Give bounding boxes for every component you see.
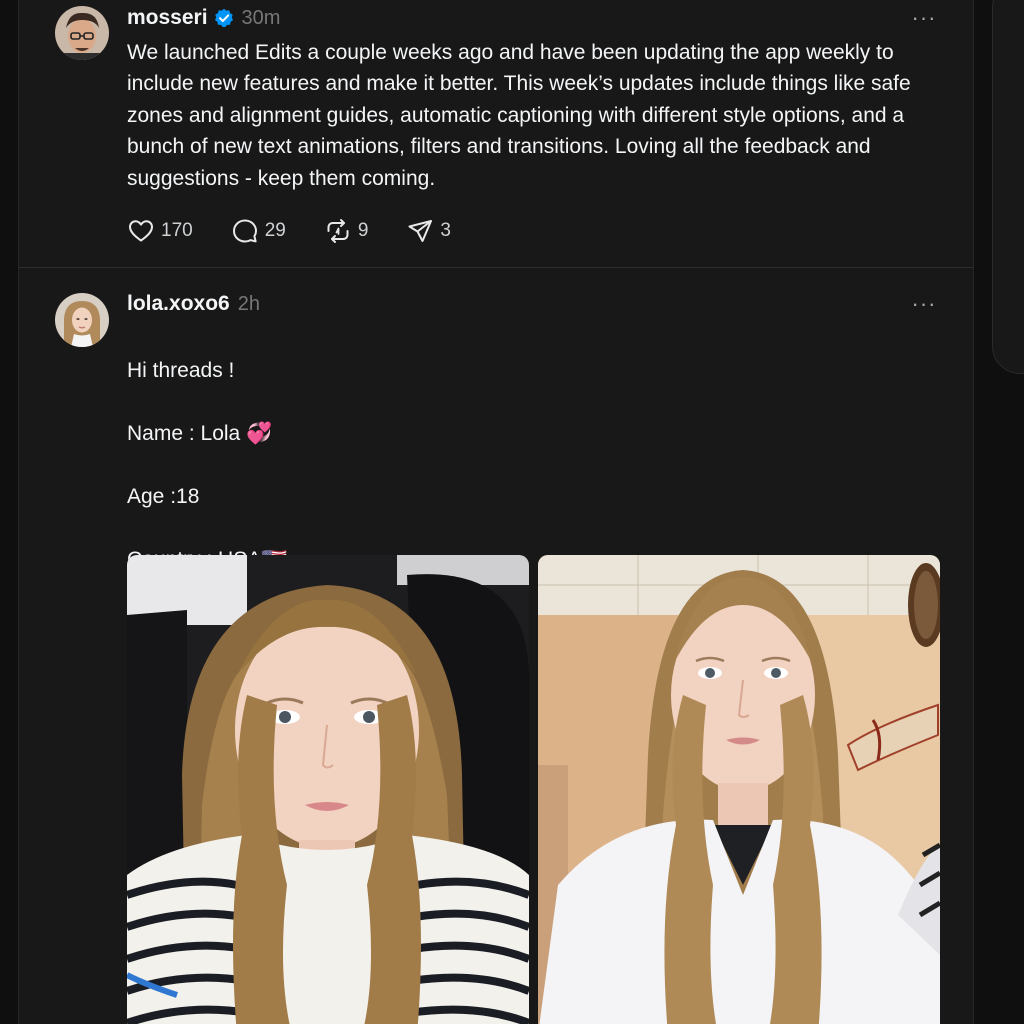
post-image-1[interactable]: [127, 555, 529, 1024]
post-header: lola.xoxo6 2h ···: [127, 289, 939, 319]
username[interactable]: mosseri: [127, 6, 208, 30]
feed: mosseri 30m ··· We launched Edits a coup…: [18, 0, 974, 1024]
post-time: 30m: [241, 6, 281, 29]
share-button[interactable]: 3: [406, 217, 451, 245]
username[interactable]: lola.xoxo6: [127, 292, 230, 316]
text-line: Hi threads !: [127, 359, 235, 383]
text-line: Age :18: [127, 485, 200, 509]
post-lola: lola.xoxo6 2h ··· Hi threads ! Name : Lo…: [19, 269, 973, 1024]
reply-count: 29: [264, 220, 286, 241]
post-image-2[interactable]: [538, 555, 940, 1024]
post-text: We launched Edits a couple weeks ago and…: [127, 41, 911, 190]
text-line: Name : Lola 💞: [127, 422, 273, 446]
like-count: 170: [161, 220, 193, 241]
repost-count: 9: [357, 220, 369, 241]
post-actions: 170 29 9 3: [127, 214, 489, 248]
post-mosseri: mosseri 30m ··· We launched Edits a coup…: [19, 0, 973, 268]
comment-icon: [232, 219, 257, 243]
verified-badge-icon: [214, 8, 234, 28]
reply-button[interactable]: 29: [231, 217, 286, 245]
share-icon: [408, 220, 433, 242]
repost-button[interactable]: 9: [324, 217, 369, 245]
share-count: 3: [440, 220, 451, 241]
avatar-mosseri[interactable]: [55, 6, 109, 60]
like-button[interactable]: 170: [127, 217, 193, 245]
more-icon[interactable]: ···: [909, 289, 939, 319]
avatar-lola[interactable]: [55, 293, 109, 347]
post-header: mosseri 30m ···: [127, 3, 939, 33]
repost-icon: [327, 219, 349, 243]
heart-icon: [129, 220, 153, 242]
more-icon[interactable]: ···: [909, 3, 939, 33]
right-side-panel: [992, 0, 1024, 374]
post-time: 2h: [237, 292, 260, 315]
